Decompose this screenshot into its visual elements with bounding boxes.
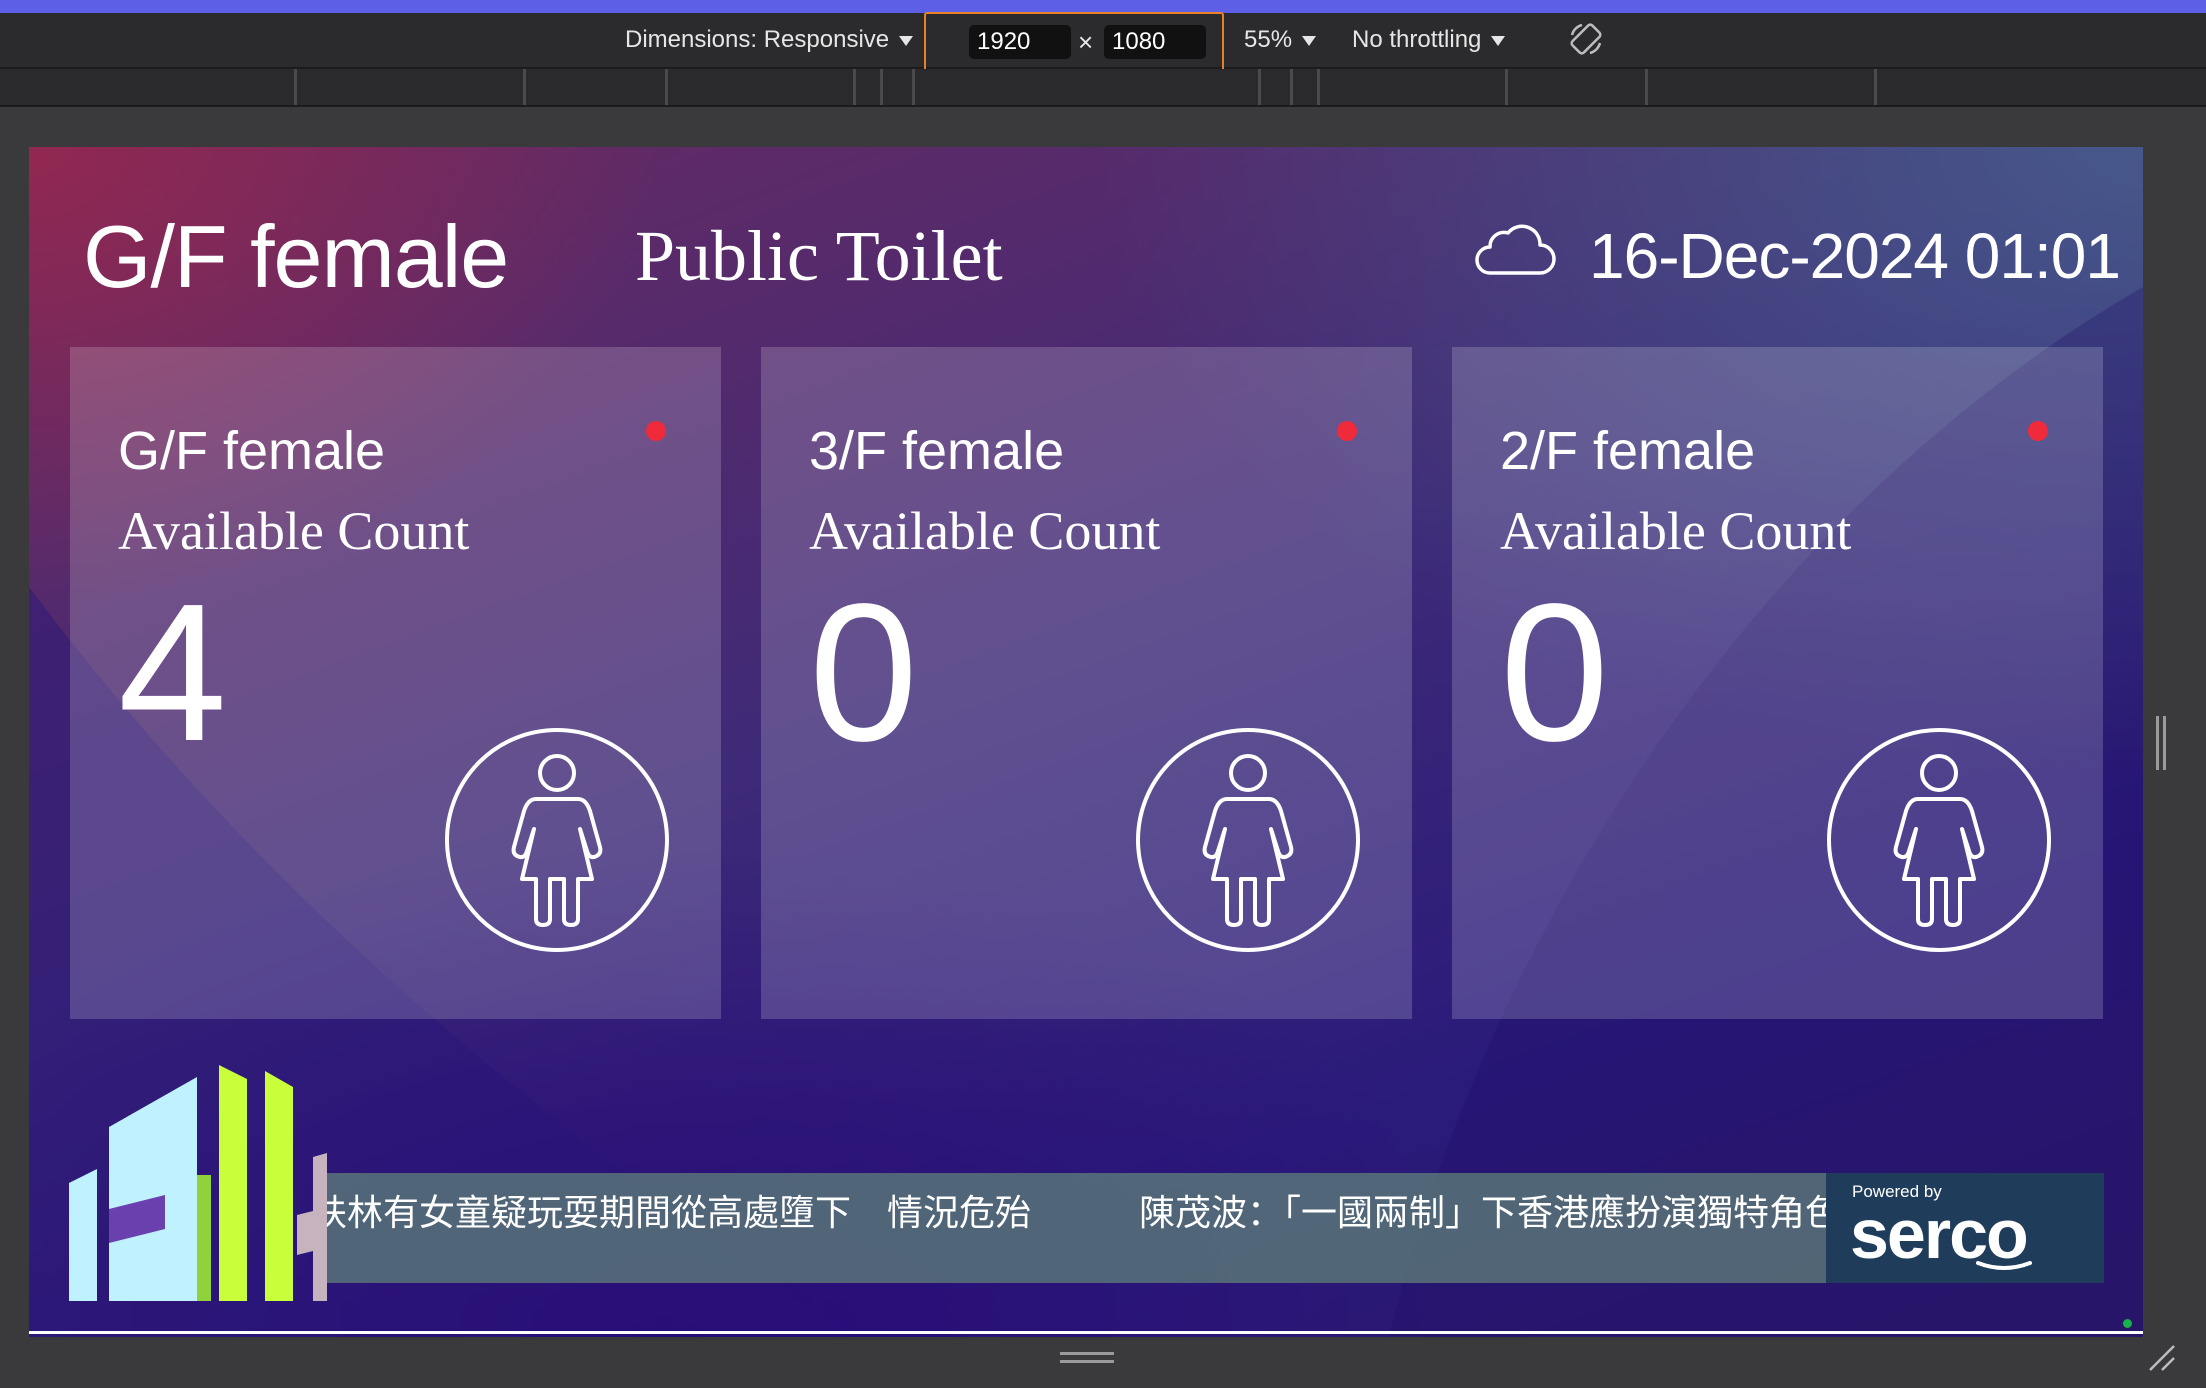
dimensions-label: Dimensions: Responsive — [625, 26, 890, 53]
status-indicator — [1337, 421, 1357, 441]
building-logo — [69, 1065, 327, 1301]
card-floor-label: 2/F female — [1500, 421, 1756, 481]
responsive-viewport: G/F female Public Toilet 16-Dec-2024 01:… — [29, 147, 2143, 1337]
width-input[interactable]: 1920 — [969, 25, 1071, 59]
zoom-label: 55% — [1244, 26, 1293, 53]
card-count-label: Available Count — [1500, 501, 1852, 561]
rotate-icon[interactable] — [1568, 21, 1604, 57]
chevron-down-icon — [1491, 35, 1506, 46]
device-toolbar: Dimensions: Responsive 1920 × 1080 55% N… — [0, 12, 2206, 72]
right-resize-handle[interactable] — [2156, 716, 2168, 770]
available-count: 4 — [118, 563, 228, 782]
chevron-down-icon — [1302, 35, 1317, 46]
connection-indicator — [2123, 1319, 2132, 1328]
status-indicator — [2028, 421, 2048, 441]
availability-card: G/F female Available Count 4 — [70, 347, 721, 1019]
serco-swoosh-icon — [1976, 1261, 2032, 1270]
female-toilet-icon — [1827, 728, 2051, 952]
corner-resize-handle[interactable] — [2146, 1342, 2176, 1372]
dimensions-box: 1920 × 1080 — [924, 12, 1224, 72]
available-count: 0 — [809, 563, 919, 782]
viewport-bottom-line — [29, 1331, 2143, 1334]
dimension-separator: × — [1078, 27, 1094, 57]
ticker-text: 扶林有女童疑玩耍期間從高處墮下 情況危殆 陳茂波：「一國兩制」下香港應扮演獨特角… — [321, 1193, 1842, 1234]
card-floor-label: 3/F female — [809, 421, 1065, 481]
availability-card: 2/F female Available Count 0 — [1452, 347, 2103, 1019]
page-title: G/F female — [83, 207, 509, 306]
status-indicator — [646, 421, 666, 441]
availability-card: 3/F female Available Count 0 — [761, 347, 1412, 1019]
available-count: 0 — [1500, 563, 1610, 782]
zoom-dropdown[interactable]: 55% — [1244, 13, 1317, 67]
chevron-down-icon — [899, 35, 914, 46]
dimensions-dropdown[interactable]: Dimensions: Responsive — [625, 13, 914, 67]
news-ticker: 扶林有女童疑玩耍期間從高處墮下 情況危殆 陳茂波：「一國兩制」下香港應扮演獨特角… — [321, 1173, 1855, 1283]
throttling-label: No throttling — [1352, 26, 1482, 53]
datetime: 16-Dec-2024 01:01 — [1589, 220, 2121, 292]
card-count-label: Available Count — [118, 501, 470, 561]
bottom-resize-handle[interactable] — [1060, 1352, 1114, 1368]
cloud-icon — [1475, 224, 1556, 275]
card-count-label: Available Count — [809, 501, 1161, 561]
media-query-ruler — [0, 69, 2206, 107]
throttling-dropdown[interactable]: No throttling — [1352, 13, 1506, 67]
female-toilet-icon — [1136, 728, 1360, 952]
page-subtitle: Public Toilet — [635, 216, 1003, 296]
card-floor-label: G/F female — [118, 421, 386, 481]
female-toilet-icon — [445, 728, 669, 952]
height-input[interactable]: 1080 — [1104, 25, 1206, 59]
sponsor-badge: Powered by serco — [1826, 1173, 2104, 1283]
